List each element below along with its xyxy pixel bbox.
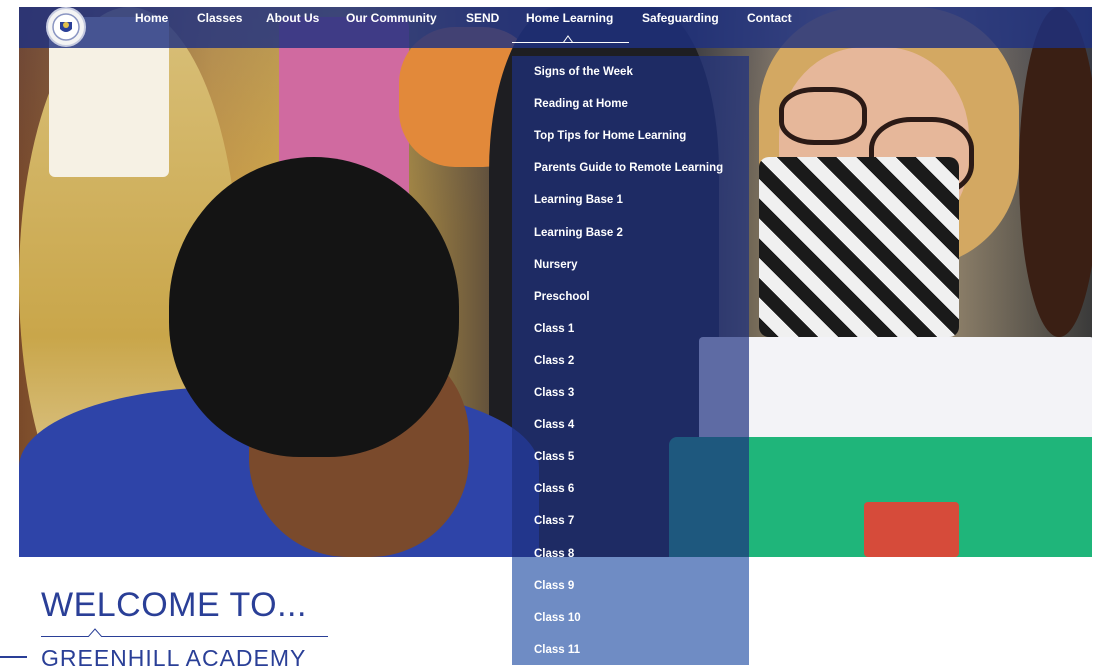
divider-caret-icon	[88, 628, 102, 637]
dropdown-item-class-2[interactable]: Class 2	[534, 355, 574, 367]
nav-send[interactable]: SEND	[466, 11, 499, 25]
nav-our-community[interactable]: Our Community	[346, 11, 437, 25]
caret-up-icon	[563, 35, 573, 43]
nav-about-us[interactable]: About Us	[266, 11, 319, 25]
nav-home-learning[interactable]: Home Learning	[526, 11, 613, 25]
school-name-heading: GREENHILL ACADEMY	[41, 645, 307, 671]
dropdown-item-signs-of-the-week[interactable]: Signs of the Week	[534, 66, 633, 78]
dropdown-item-learning-base-2[interactable]: Learning Base 2	[534, 227, 623, 239]
dropdown-item-class-7[interactable]: Class 7	[534, 515, 574, 527]
nav-classes[interactable]: Classes	[197, 11, 242, 25]
edge-accent	[0, 656, 27, 658]
teacher-hair-right	[1019, 7, 1092, 337]
school-crest-icon[interactable]	[46, 7, 86, 47]
dropdown-item-parents-guide[interactable]: Parents Guide to Remote Learning	[534, 162, 723, 174]
glasses-left	[779, 87, 867, 145]
dropdown-item-class-11[interactable]: Class 11	[534, 644, 580, 656]
dropdown-item-class-6[interactable]: Class 6	[534, 483, 574, 495]
dropdown-item-learning-base-1[interactable]: Learning Base 1	[534, 194, 623, 206]
dropdown-item-class-10[interactable]: Class 10	[534, 612, 581, 624]
dropdown-item-nursery[interactable]: Nursery	[534, 259, 577, 271]
dropdown-item-reading-at-home[interactable]: Reading at Home	[534, 98, 628, 110]
pupil-hair	[169, 157, 459, 457]
dropdown-item-class-3[interactable]: Class 3	[534, 387, 574, 399]
dropdown-item-preschool[interactable]: Preschool	[534, 291, 590, 303]
welcome-divider	[41, 636, 328, 637]
dropdown-item-top-tips[interactable]: Top Tips for Home Learning	[534, 130, 686, 142]
tray-label	[864, 502, 959, 557]
dropdown-item-class-1[interactable]: Class 1	[534, 323, 574, 335]
nav-safeguarding[interactable]: Safeguarding	[642, 11, 719, 25]
nav-contact[interactable]: Contact	[747, 11, 792, 25]
crest-icon	[52, 13, 80, 41]
dropdown-item-class-9[interactable]: Class 9	[534, 580, 574, 592]
dropdown-item-class-8[interactable]: Class 8	[534, 548, 574, 560]
nav-home[interactable]: Home	[135, 11, 168, 25]
dropdown-item-class-5[interactable]: Class 5	[534, 451, 574, 463]
dropdown-item-class-4[interactable]: Class 4	[534, 419, 574, 431]
striped-top	[759, 157, 959, 337]
welcome-heading: WELCOME TO...	[41, 586, 307, 624]
